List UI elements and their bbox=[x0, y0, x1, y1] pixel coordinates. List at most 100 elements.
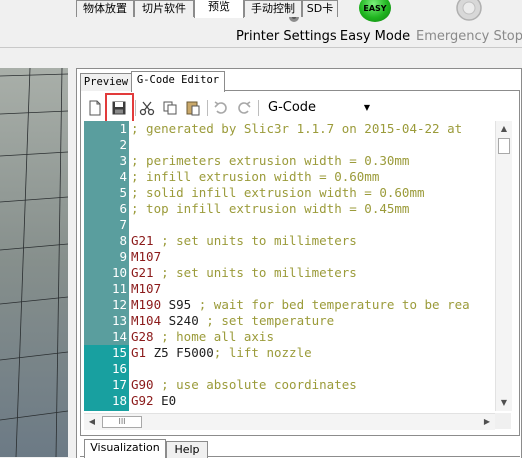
code-editor[interactable]: 1; generated by Slic3r 1.1.7 on 2015-04-… bbox=[84, 121, 495, 411]
code-line[interactable]: 2 bbox=[84, 137, 495, 153]
copy-icon[interactable] bbox=[162, 100, 178, 116]
code-line[interactable]: 4; infill extrusion width = 0.60mm bbox=[84, 169, 495, 185]
code-line[interactable]: 15 G1 Z5 F5000; lift nozzle bbox=[84, 345, 495, 361]
line-number: 9 bbox=[84, 249, 129, 265]
toolbar-separator bbox=[135, 100, 136, 116]
vertical-scroll-thumb[interactable] bbox=[498, 138, 510, 154]
code-line[interactable]: 5; solid infill extrusion width = 0.60mm bbox=[84, 185, 495, 201]
line-number: 18 bbox=[84, 393, 129, 409]
easy-mode-button[interactable]: EASY Easy Mode bbox=[339, 0, 411, 47]
gcode-comment: ; infill extrusion width = 0.60mm bbox=[131, 169, 380, 184]
gcode-comment: ; lift nozzle bbox=[213, 345, 312, 360]
line-number: 1 bbox=[84, 121, 129, 137]
line-content: G28 ; home all axis bbox=[131, 329, 274, 345]
vertical-scrollbar[interactable]: ▲ ▼ bbox=[495, 121, 512, 411]
line-content: ; generated by Slic3r 1.1.7 on 2015-04-2… bbox=[131, 121, 462, 137]
language-select-value: G-Code bbox=[268, 100, 317, 115]
3d-view[interactable] bbox=[0, 68, 68, 457]
scroll-down-arrow-icon[interactable]: ▼ bbox=[496, 395, 512, 411]
line-number: 19 bbox=[84, 409, 129, 411]
subtab-preview[interactable]: Preview bbox=[80, 73, 132, 91]
tab-preview[interactable]: 预览 bbox=[194, 0, 244, 18]
chevron-down-icon: ▼ bbox=[363, 103, 370, 112]
line-content: G21 ; set units to millimeters bbox=[131, 233, 357, 249]
line-number: 4 bbox=[84, 169, 129, 185]
save-highlight-box bbox=[105, 93, 134, 124]
toolbar-separator bbox=[207, 100, 208, 116]
scroll-right-arrow-icon[interactable]: ▶ bbox=[479, 414, 495, 430]
code-line[interactable]: 7 bbox=[84, 217, 495, 233]
horizontal-scroll-thumb[interactable]: III bbox=[102, 416, 142, 428]
emergency-stop-icon bbox=[456, 0, 482, 21]
horizontal-scrollbar[interactable]: ◀ III ▶ bbox=[84, 413, 495, 430]
gcode-params: E0 bbox=[153, 393, 177, 408]
gcode-command: M190 bbox=[131, 297, 162, 312]
paste-icon[interactable] bbox=[185, 100, 201, 116]
emergency-stop-button[interactable]: Emergency Stop bbox=[416, 0, 522, 47]
gcode-command: G92 bbox=[131, 393, 154, 408]
code-line[interactable]: 10 G21 ; set units to millimeters bbox=[84, 265, 495, 281]
new-file-icon[interactable] bbox=[87, 100, 103, 116]
code-line[interactable]: 16 bbox=[84, 361, 495, 377]
gcode-command: G21 bbox=[131, 265, 154, 280]
gcode-params: Z5 F5000 bbox=[146, 345, 214, 360]
gcode-command: M104 bbox=[131, 313, 162, 328]
line-number: 3 bbox=[84, 153, 129, 169]
code-line[interactable]: 9 M107 bbox=[84, 249, 495, 265]
tab-visualization[interactable]: Visualization bbox=[84, 439, 166, 458]
gcode-comment: ; solid infill extrusion width = 0.60mm bbox=[131, 185, 425, 200]
toolbar-separator bbox=[258, 100, 259, 116]
gcode-comment: ; wait for bed temperature to be rea bbox=[191, 297, 470, 312]
gcode-command: G1 bbox=[131, 345, 147, 360]
line-content: ; infill extrusion width = 0.60mm bbox=[131, 169, 379, 185]
code-line[interactable]: 3; perimeters extrusion width = 0.30mm bbox=[84, 153, 495, 169]
gcode-command: M82 bbox=[131, 409, 154, 411]
line-content: ; solid infill extrusion width = 0.60mm bbox=[131, 185, 425, 201]
gcode-command: G21 bbox=[131, 233, 154, 248]
code-line[interactable]: 19M82 ; use absolute distances for extru… bbox=[84, 409, 495, 411]
code-line[interactable]: 12 M190 S95 ; wait for bed temperature to… bbox=[84, 297, 495, 313]
print-bed-grid bbox=[0, 68, 68, 457]
language-select[interactable]: G-Code ▼ bbox=[262, 98, 374, 118]
line-content: G90 ; use absolute coordinates bbox=[131, 377, 357, 393]
line-content: M82 ; use absolute distances for extrusi… bbox=[131, 409, 447, 411]
line-number: 15 bbox=[84, 345, 129, 361]
line-number: 11 bbox=[84, 281, 129, 297]
tab-slicer[interactable]: 切片软件 bbox=[134, 0, 194, 17]
gcode-command: G28 bbox=[131, 329, 154, 344]
tab-object-placement[interactable]: 物体放置 bbox=[76, 0, 134, 17]
undo-icon[interactable] bbox=[213, 100, 229, 116]
scroll-up-arrow-icon[interactable]: ▲ bbox=[496, 121, 512, 137]
code-line[interactable]: 13 M104 S240 ; set temperature bbox=[84, 313, 495, 329]
tab-sd-card[interactable]: SD卡 bbox=[302, 0, 338, 17]
cut-icon[interactable] bbox=[139, 100, 155, 116]
code-line[interactable]: 6; top infill extrusion width = 0.45mm bbox=[84, 201, 495, 217]
line-number: 8 bbox=[84, 233, 129, 249]
line-number: 12 bbox=[84, 297, 129, 313]
code-line[interactable]: 18 G92 E0 bbox=[84, 393, 495, 409]
code-line[interactable]: 8 G21 ; set units to millimeters bbox=[84, 233, 495, 249]
gcode-comment: ; set units to millimeters bbox=[153, 265, 357, 280]
redo-icon[interactable] bbox=[236, 100, 252, 116]
code-line[interactable]: 14 G28 ; home all axis bbox=[84, 329, 495, 345]
line-number: 6 bbox=[84, 201, 129, 217]
line-number: 2 bbox=[84, 137, 129, 153]
code-line[interactable]: 17 G90 ; use absolute coordinates bbox=[84, 377, 495, 393]
scroll-left-arrow-icon[interactable]: ◀ bbox=[84, 414, 100, 430]
line-number: 10 bbox=[84, 265, 129, 281]
tab-help[interactable]: Help bbox=[166, 441, 208, 458]
easy-mode-label: Easy Mode bbox=[339, 29, 411, 44]
tab-manual-control[interactable]: 手动控制 bbox=[244, 0, 302, 17]
gcode-comment: ; use absolute distances for extrusion bbox=[154, 409, 447, 411]
code-line[interactable]: 11 M107 bbox=[84, 281, 495, 297]
gcode-comment: ; generated by Slic3r 1.1.7 on 2015-04-2… bbox=[131, 121, 463, 136]
line-content: G1 Z5 F5000; lift nozzle bbox=[131, 345, 312, 361]
line-content: ; perimeters extrusion width = 0.30mm bbox=[131, 153, 409, 169]
code-line[interactable]: 1; generated by Slic3r 1.1.7 on 2015-04-… bbox=[84, 121, 495, 137]
printer-settings-label: Printer Settings bbox=[236, 29, 337, 44]
line-content: M107 bbox=[131, 281, 161, 297]
emergency-stop-label: Emergency Stop bbox=[416, 29, 522, 44]
line-content: M190 S95 ; wait for bed temperature to b… bbox=[131, 297, 470, 313]
gcode-params: S240 bbox=[161, 313, 199, 328]
subtab-gcode-editor[interactable]: G-Code Editor bbox=[131, 71, 225, 92]
